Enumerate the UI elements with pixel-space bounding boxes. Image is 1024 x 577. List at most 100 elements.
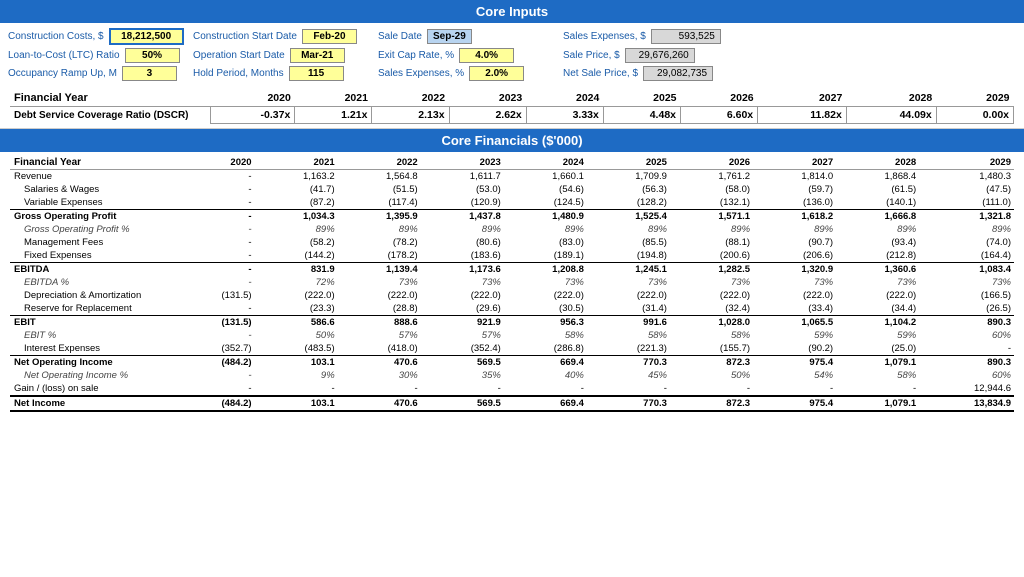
cf-val-10-3: (29.6) [421, 302, 504, 316]
cf-val-7-1: 831.9 [255, 263, 338, 277]
cf-val-6-4: (189.1) [504, 249, 587, 263]
cf-val-12-0: - [175, 329, 255, 342]
occupancy-ramp-cell: Occupancy Ramp Up, M 3 [8, 66, 193, 81]
construction-start-label: Construction Start Date [193, 31, 297, 42]
cf-val-14-3: 569.5 [421, 356, 504, 370]
cf-val-4-8: 89% [836, 223, 919, 236]
cf-val-12-1: 50% [255, 329, 338, 342]
cf-val-7-7: 1,320.9 [753, 263, 836, 277]
cf-val-0-7: 1,814.0 [753, 170, 836, 184]
cf-val-10-8: (34.4) [836, 302, 919, 316]
cf-val-3-7: 1,618.2 [753, 210, 836, 224]
cf-row-8: EBITDA %-72%73%73%73%73%73%73%73%73% [10, 276, 1014, 289]
dscr-table: Financial Year 2020 2021 2022 2023 2024 … [10, 90, 1014, 124]
fy-col-2028: 2028 [846, 90, 936, 107]
cf-val-17-2: 470.6 [338, 396, 421, 411]
sale-date-value[interactable]: Sep-29 [427, 29, 472, 44]
operation-start-value[interactable]: Mar-21 [290, 48, 345, 63]
exit-cap-rate-value[interactable]: 4.0% [459, 48, 514, 63]
cf-val-10-7: (33.4) [753, 302, 836, 316]
cf-2020: 2020 [175, 156, 255, 170]
cf-val-12-2: 57% [338, 329, 421, 342]
dscr-2029: 0.00x [936, 107, 1013, 124]
cf-val-1-8: (61.5) [836, 183, 919, 196]
cf-2026: 2026 [670, 156, 753, 170]
cf-label-5: Management Fees [10, 236, 175, 249]
cf-val-2-8: (140.1) [836, 196, 919, 210]
sales-expenses-dollar-label: Sales Expenses, $ [563, 31, 646, 42]
cf-val-9-8: (222.0) [836, 289, 919, 302]
cf-val-11-3: 921.9 [421, 316, 504, 330]
cf-val-0-6: 1,761.2 [670, 170, 753, 184]
cf-val-15-4: 40% [504, 369, 587, 382]
cf-val-6-2: (178.2) [338, 249, 421, 263]
cf-val-6-1: (144.2) [255, 249, 338, 263]
ltc-ratio-value[interactable]: 50% [125, 48, 180, 63]
cf-val-6-5: (194.8) [587, 249, 670, 263]
cf-val-6-3: (183.6) [421, 249, 504, 263]
cf-val-5-2: (78.2) [338, 236, 421, 249]
cf-val-17-4: 669.4 [504, 396, 587, 411]
fy-col-label: Financial Year [10, 90, 210, 107]
construction-start-value[interactable]: Feb-20 [302, 29, 357, 44]
cf-val-5-0: - [175, 236, 255, 249]
cf-val-5-5: (85.5) [587, 236, 670, 249]
cf-val-7-6: 1,282.5 [670, 263, 753, 277]
cf-val-10-9: (26.5) [919, 302, 1014, 316]
cf-val-7-3: 1,173.6 [421, 263, 504, 277]
cf-label-11: EBIT [10, 316, 175, 330]
net-sale-price-value: 29,082,735 [643, 66, 713, 81]
cf-val-14-8: 1,079.1 [836, 356, 919, 370]
cf-val-5-1: (58.2) [255, 236, 338, 249]
construction-costs-value[interactable]: 18,212,500 [109, 28, 184, 45]
cf-row-13: Interest Expenses(352.7)(483.5)(418.0)(3… [10, 342, 1014, 356]
cf-val-2-5: (128.2) [587, 196, 670, 210]
fy-col-2027: 2027 [758, 90, 847, 107]
cf-val-3-5: 1,525.4 [587, 210, 670, 224]
cf-label-16: Gain / (loss) on sale [10, 382, 175, 396]
cf-val-15-7: 54% [753, 369, 836, 382]
cf-val-13-0: (352.7) [175, 342, 255, 356]
cf-val-2-2: (117.4) [338, 196, 421, 210]
cf-val-7-5: 1,245.1 [587, 263, 670, 277]
sales-expenses-pct-value[interactable]: 2.0% [469, 66, 524, 81]
cf-val-14-2: 470.6 [338, 356, 421, 370]
cf-label-3: Gross Operating Profit [10, 210, 175, 224]
cf-row-11: EBIT(131.5)586.6888.6921.9956.3991.61,02… [10, 316, 1014, 330]
dscr-2023: 2.62x [449, 107, 526, 124]
cf-label-13: Interest Expenses [10, 342, 175, 356]
cf-2022: 2022 [338, 156, 421, 170]
cf-row-16: Gain / (loss) on sale---------12,944.6 [10, 382, 1014, 396]
cf-val-8-7: 73% [753, 276, 836, 289]
cf-row-3: Gross Operating Profit-1,034.31,395.91,4… [10, 210, 1014, 224]
fy-col-2022: 2022 [372, 90, 449, 107]
cf-val-15-5: 45% [587, 369, 670, 382]
cf-val-14-7: 975.4 [753, 356, 836, 370]
cf-row-2: Variable Expenses-(87.2)(117.4)(120.9)(1… [10, 196, 1014, 210]
cf-val-15-0: - [175, 369, 255, 382]
cf-fy-label: Financial Year [10, 156, 175, 170]
cf-val-3-9: 1,321.8 [919, 210, 1014, 224]
sale-price-value: 29,676,260 [625, 48, 695, 63]
cf-val-10-6: (32.4) [670, 302, 753, 316]
cf-row-0: Revenue-1,163.21,564.81,611.71,660.11,70… [10, 170, 1014, 184]
occupancy-ramp-value[interactable]: 3 [122, 66, 177, 81]
cf-val-17-1: 103.1 [255, 396, 338, 411]
operation-start-label: Operation Start Date [193, 50, 285, 61]
construction-costs-cell: Construction Costs, $ 18,212,500 [8, 28, 193, 45]
cf-val-10-0: - [175, 302, 255, 316]
cf-val-5-4: (83.0) [504, 236, 587, 249]
operation-start-cell: Operation Start Date Mar-21 [193, 48, 378, 63]
cf-val-14-1: 103.1 [255, 356, 338, 370]
hold-period-label: Hold Period, Months [193, 68, 284, 79]
cf-val-9-6: (222.0) [670, 289, 753, 302]
cf-val-16-9: 12,944.6 [919, 382, 1014, 396]
hold-period-value[interactable]: 115 [289, 66, 344, 81]
cf-val-4-6: 89% [670, 223, 753, 236]
cf-val-17-5: 770.3 [587, 396, 670, 411]
cf-row-5: Management Fees-(58.2)(78.2)(80.6)(83.0)… [10, 236, 1014, 249]
cf-val-7-0: - [175, 263, 255, 277]
sales-expenses-pct-cell: Sales Expenses, % 2.0% [378, 66, 563, 81]
cf-val-16-1: - [255, 382, 338, 396]
cf-row-10: Reserve for Replacement-(23.3)(28.8)(29.… [10, 302, 1014, 316]
